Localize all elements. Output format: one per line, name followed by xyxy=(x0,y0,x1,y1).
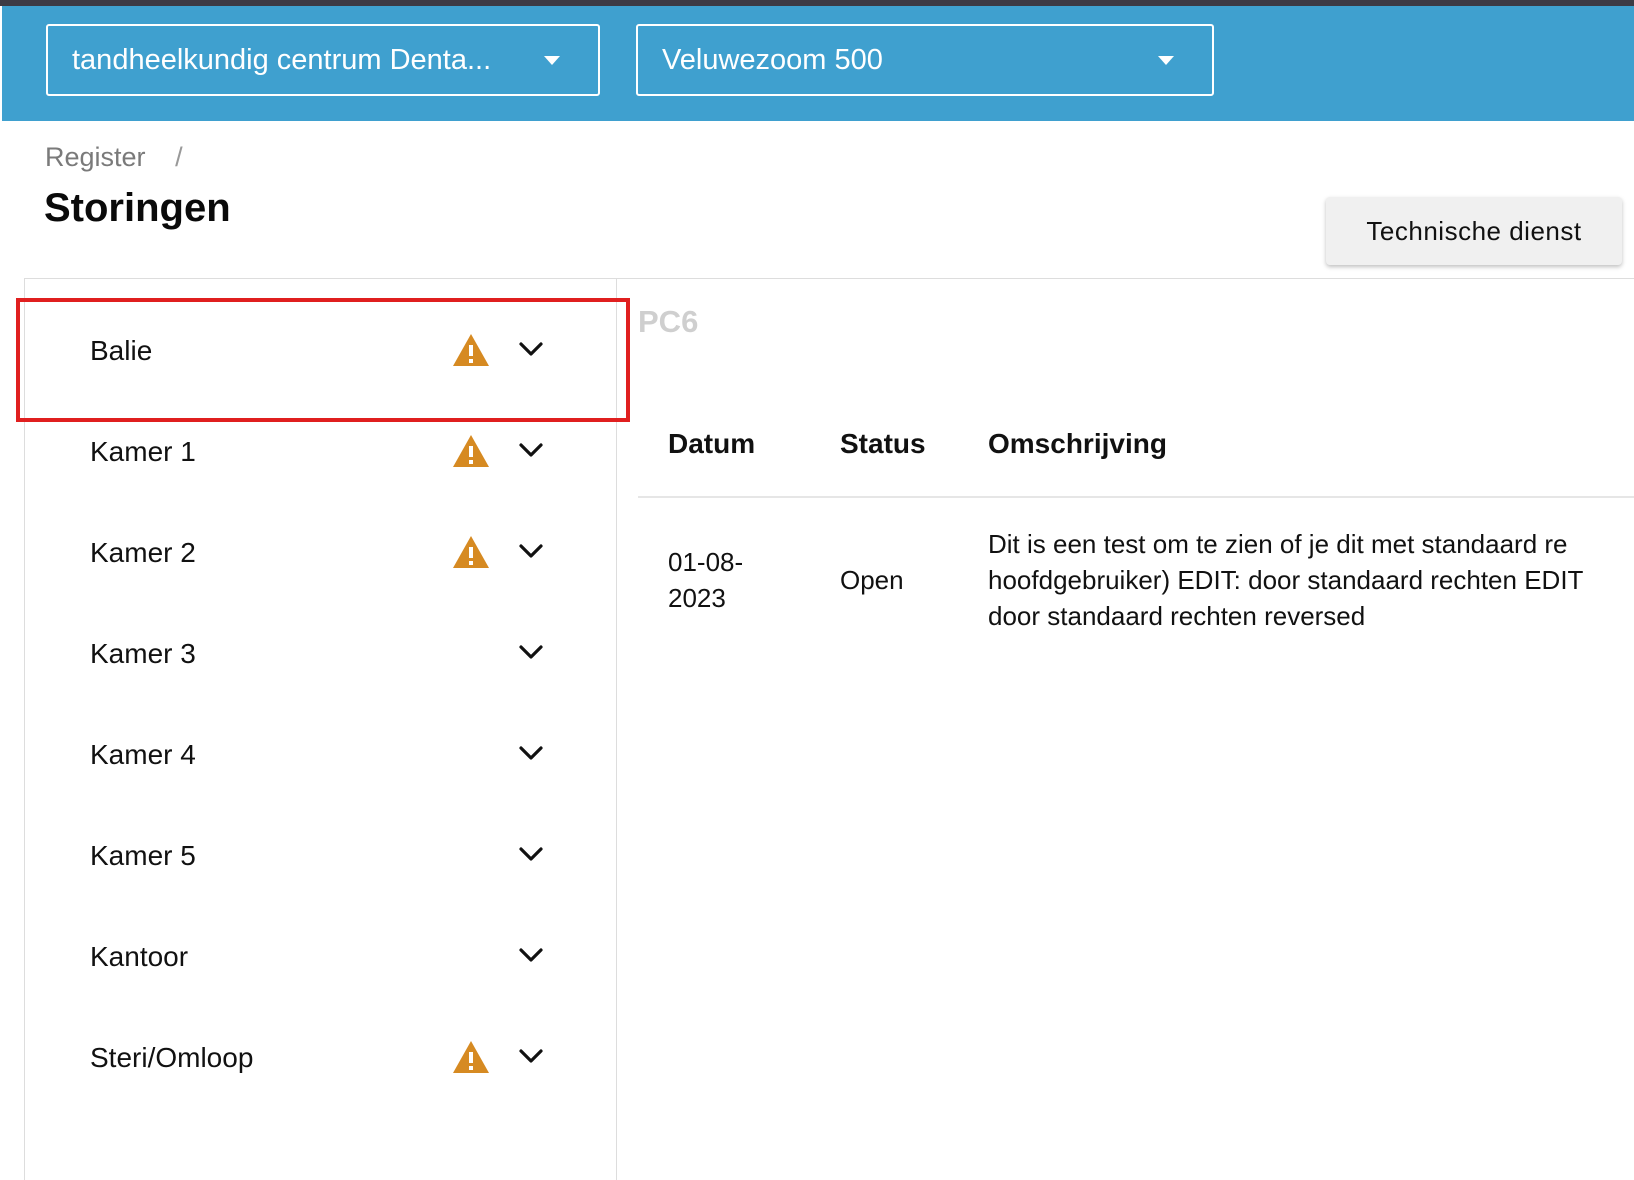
column-header-description[interactable]: Omschrijving xyxy=(988,428,1167,460)
panel-top-divider xyxy=(24,278,1634,279)
chevron-down-icon[interactable] xyxy=(517,641,545,663)
practice-select[interactable]: tandheelkundig centrum Denta... xyxy=(46,24,600,96)
caret-down-icon xyxy=(1158,55,1174,65)
room-item[interactable]: Kantoor xyxy=(25,906,616,1007)
row-description-line1: Dit is een test om te zien of je dit met… xyxy=(988,529,1568,559)
chevron-down-icon[interactable] xyxy=(517,1045,545,1067)
practice-select-value: tandheelkundig centrum Denta... xyxy=(72,43,492,76)
row-date: 01-08- 2023 xyxy=(668,544,778,616)
room-item[interactable]: Kamer 2 xyxy=(25,502,616,603)
app-header: tandheelkundig centrum Denta... Veluwezo… xyxy=(2,6,1634,121)
room-item-label: Kantoor xyxy=(90,940,189,972)
chevron-down-icon[interactable] xyxy=(517,843,545,865)
location-select[interactable]: Veluwezoom 500 xyxy=(636,24,1214,96)
location-select-value: Veluwezoom 500 xyxy=(662,43,883,76)
warning-icon xyxy=(451,1039,491,1075)
breadcrumb: Register / xyxy=(45,142,183,173)
breadcrumb-register-link[interactable]: Register xyxy=(45,142,146,172)
device-label: PC6 xyxy=(638,304,699,339)
technical-service-button[interactable]: Technische dienst xyxy=(1326,197,1622,265)
room-item-label: Kamer 2 xyxy=(90,536,196,568)
room-item-label: Kamer 3 xyxy=(90,637,196,669)
row-description: Dit is een test om te zien of je dit met… xyxy=(988,526,1634,634)
row-date-line1: 01-08- xyxy=(668,547,744,577)
room-item-label: Steri/Omloop xyxy=(90,1041,254,1073)
chevron-down-icon[interactable] xyxy=(517,944,545,966)
room-item[interactable]: Kamer 5 xyxy=(25,805,616,906)
chevron-down-icon[interactable] xyxy=(517,540,545,562)
row-date-line2: 2023 xyxy=(668,583,726,613)
row-description-line3: door standaard rechten reversed xyxy=(988,601,1366,631)
room-item-label: Kamer 4 xyxy=(90,738,196,770)
selected-room-highlight xyxy=(16,298,630,422)
room-item[interactable]: Kamer 3 xyxy=(25,603,616,704)
page-title: Storingen xyxy=(44,186,231,230)
column-header-status[interactable]: Status xyxy=(840,428,926,460)
warning-icon xyxy=(451,433,491,469)
caret-down-icon xyxy=(544,55,560,65)
chevron-down-icon[interactable] xyxy=(517,742,545,764)
room-item-label: Kamer 5 xyxy=(90,839,196,871)
room-item[interactable]: Kamer 4 xyxy=(25,704,616,805)
room-item-label: Kamer 1 xyxy=(90,435,196,467)
row-description-line2: hoofdgebruiker) EDIT: door standaard rec… xyxy=(988,565,1584,595)
table-header-divider xyxy=(638,496,1634,498)
room-item[interactable]: Steri/Omloop xyxy=(25,1007,616,1108)
chevron-down-icon[interactable] xyxy=(517,439,545,461)
breadcrumb-separator: / xyxy=(175,142,183,172)
warning-icon xyxy=(451,534,491,570)
row-status: Open xyxy=(840,565,904,595)
column-header-date[interactable]: Datum xyxy=(668,428,755,460)
